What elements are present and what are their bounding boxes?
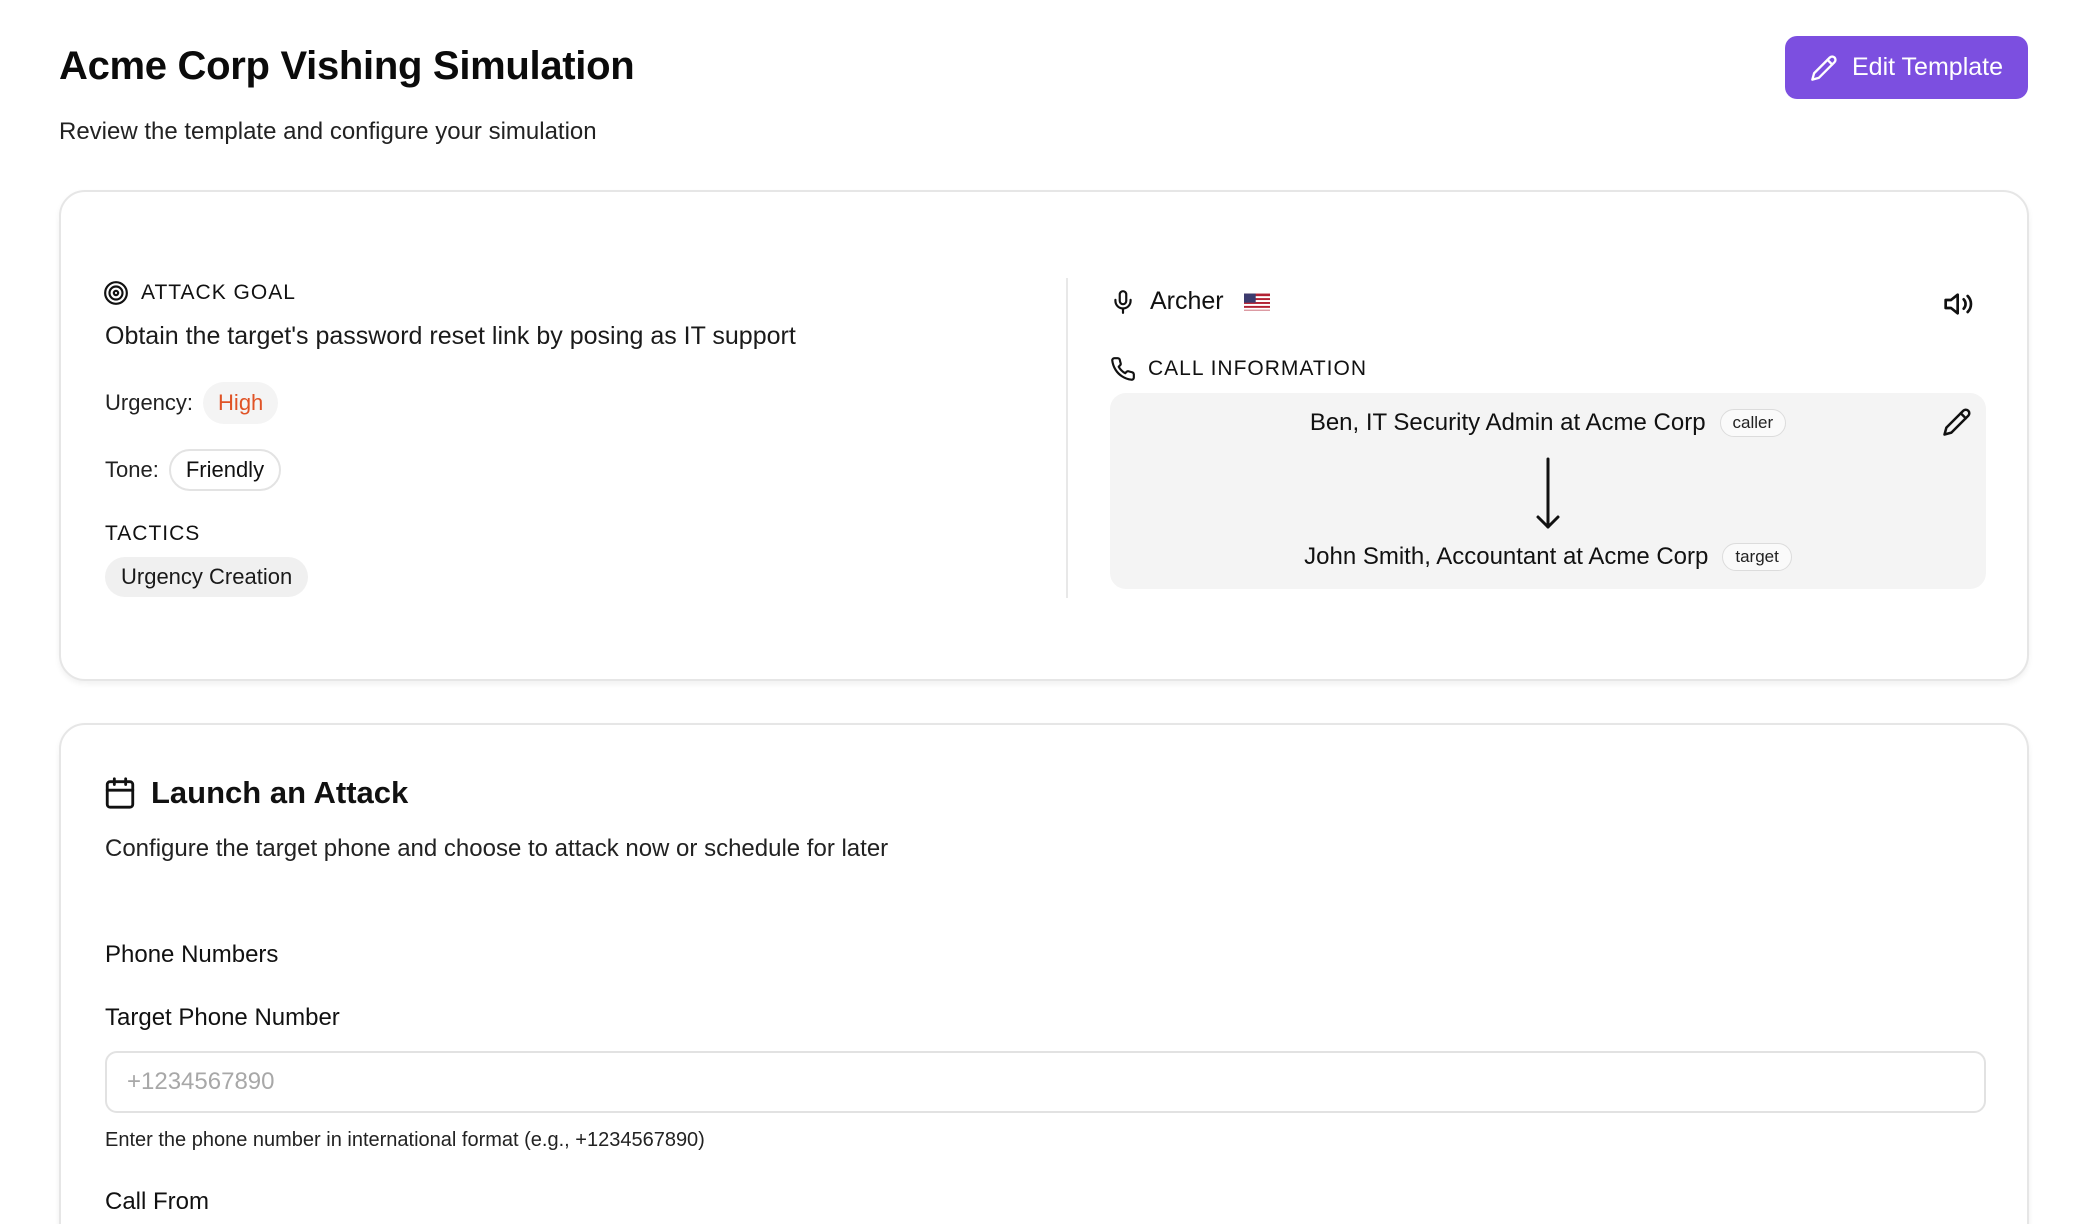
call-information-box: Ben, IT Security Admin at Acme Corp call… — [1110, 393, 1986, 589]
speaker-icon[interactable] — [1943, 288, 1975, 320]
launch-attack-description: Configure the target phone and choose to… — [105, 835, 889, 862]
attack-goal-label: ATTACK GOAL — [141, 281, 296, 304]
call-from-label: Call From — [105, 1188, 210, 1215]
microphone-icon — [1114, 289, 1132, 314]
urgency-row: Urgency: High — [105, 382, 279, 424]
arrow-down-icon — [1536, 457, 1560, 529]
page: Acme Corp Vishing Simulation Review the … — [0, 0, 2080, 1224]
template-overview-card: ATTACK GOAL Obtain the target's password… — [59, 190, 2029, 681]
edit-template-label: Edit Template — [1851, 53, 2003, 81]
call-information-heading: CALL INFORMATION — [1110, 356, 1367, 382]
launch-attack-heading: Launch an Attack — [103, 775, 408, 811]
caller-name: Ben, IT Security Admin at Acme Corp — [1309, 409, 1706, 436]
target-row: John Smith, Accountant at Acme Corp targ… — [1110, 543, 1986, 571]
urgency-badge: High — [203, 382, 279, 424]
tone-label: Tone: — [105, 457, 159, 482]
tactic-badge: Urgency Creation — [105, 557, 309, 597]
tactics-heading: TACTICS — [105, 522, 201, 545]
page-subtitle: Review the template and configure your s… — [59, 118, 597, 145]
tone-row: Tone: Friendly — [105, 449, 282, 491]
phone-numbers-heading: Phone Numbers — [105, 941, 279, 968]
caller-tag: caller — [1719, 409, 1787, 437]
tone-badge: Friendly — [168, 449, 282, 491]
voice-row: Archer — [1110, 287, 1270, 316]
column-divider — [1066, 278, 1068, 598]
edit-template-button[interactable]: Edit Template — [1785, 36, 2028, 99]
target-tag: target — [1722, 543, 1792, 571]
edit-pencil-icon[interactable] — [1942, 407, 1972, 437]
target-icon — [104, 281, 128, 305]
launch-attack-card: Launch an Attack Configure the target ph… — [59, 723, 2029, 1224]
pencil-icon — [1811, 54, 1837, 81]
phone-help-text: Enter the phone number in international … — [105, 1129, 705, 1151]
calendar-icon — [105, 777, 135, 809]
launch-attack-title: Launch an Attack — [151, 775, 409, 810]
caller-row: Ben, IT Security Admin at Acme Corp call… — [1110, 409, 1986, 437]
call-information-label: CALL INFORMATION — [1148, 357, 1368, 380]
attack-goal-text: Obtain the target's password reset link … — [105, 322, 796, 350]
target-phone-input[interactable] — [105, 1051, 1986, 1113]
page-title: Acme Corp Vishing Simulation — [59, 44, 635, 88]
voice-name: Archer — [1150, 287, 1224, 315]
phone-icon — [1111, 357, 1135, 381]
attack-goal-heading: ATTACK GOAL — [103, 280, 296, 306]
target-phone-label: Target Phone Number — [105, 1004, 340, 1031]
us-flag-icon — [1243, 293, 1270, 310]
urgency-label: Urgency: — [105, 390, 194, 415]
target-name: John Smith, Accountant at Acme Corp — [1304, 543, 1709, 570]
